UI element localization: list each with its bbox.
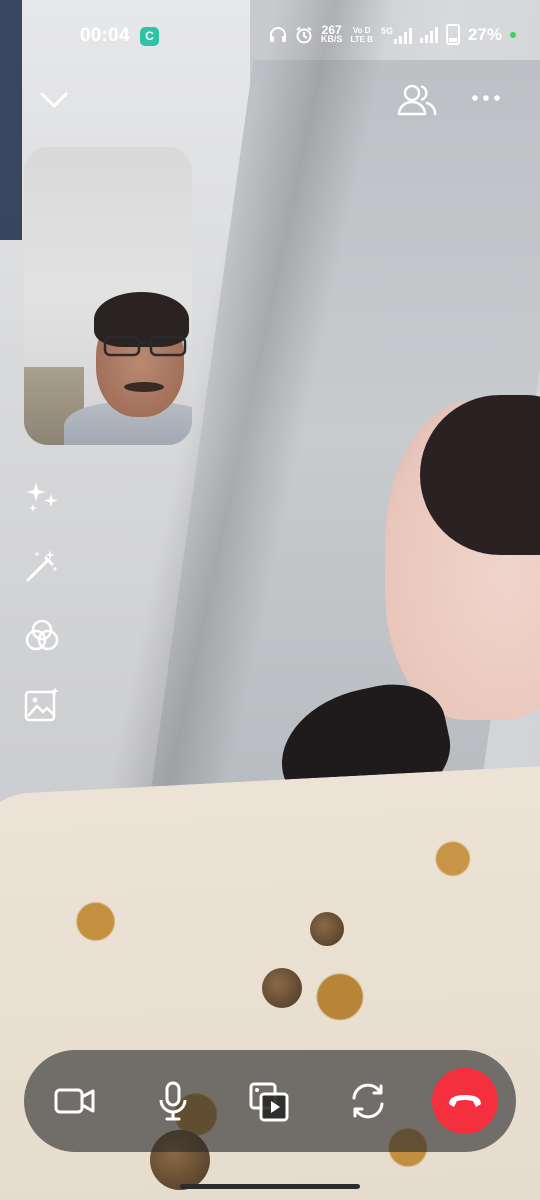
network-speed-unit: KB/S (320, 33, 343, 44)
switch-camera-icon (352, 1083, 384, 1119)
self-preview-mustache (124, 382, 164, 392)
background-image-icon (24, 687, 59, 722)
end-call-button[interactable] (432, 1068, 498, 1134)
signal-5g-icon: 5G (381, 26, 412, 44)
volte-icon: Vo D LTE B (350, 25, 373, 44)
background-button[interactable] (24, 686, 60, 722)
more-options-button[interactable] (468, 86, 504, 110)
home-indicator[interactable] (180, 1184, 360, 1189)
share-media-icon (249, 1082, 289, 1122)
filters-button[interactable] (24, 618, 60, 654)
status-bar: 00:04 C 267 KB/S Vo D LTE B 5G 27% (0, 0, 540, 74)
mute-button[interactable] (150, 1078, 196, 1124)
toggle-video-button[interactable] (52, 1078, 98, 1124)
app-badge-icon: C (140, 27, 159, 46)
participants-button[interactable] (396, 80, 438, 120)
more-horizontal-icon (472, 95, 500, 101)
end-call-icon (449, 1095, 481, 1107)
sparkles-icon (26, 482, 58, 512)
network-type: 5G (380, 25, 393, 36)
filters-icon (25, 619, 59, 651)
shirt-button (310, 912, 344, 946)
switch-camera-button[interactable] (345, 1078, 391, 1124)
effects-button[interactable] (24, 478, 60, 514)
self-preview-glasses (103, 335, 187, 357)
video-camera-icon (54, 1088, 95, 1114)
network-speed: 267 KB/S (320, 24, 343, 44)
chevron-down-icon (40, 92, 68, 108)
battery-percent: 27% (467, 24, 502, 44)
people-icon (397, 84, 437, 116)
collapse-button[interactable] (38, 86, 70, 114)
shirt-button (262, 968, 302, 1008)
signal-icon (419, 26, 438, 43)
share-media-button[interactable] (247, 1078, 293, 1124)
self-video-preview[interactable] (24, 147, 192, 445)
privacy-dot (510, 31, 516, 38)
status-time: 00:04 (80, 25, 130, 46)
magic-wand-icon (26, 550, 58, 582)
status-indicators: 267 KB/S Vo D LTE B 5G 27% (269, 24, 516, 45)
microphone-icon (159, 1081, 187, 1121)
battery-icon (445, 24, 460, 45)
headphones-icon (269, 26, 286, 42)
beauty-button[interactable] (24, 548, 60, 584)
alarm-icon (296, 26, 312, 43)
